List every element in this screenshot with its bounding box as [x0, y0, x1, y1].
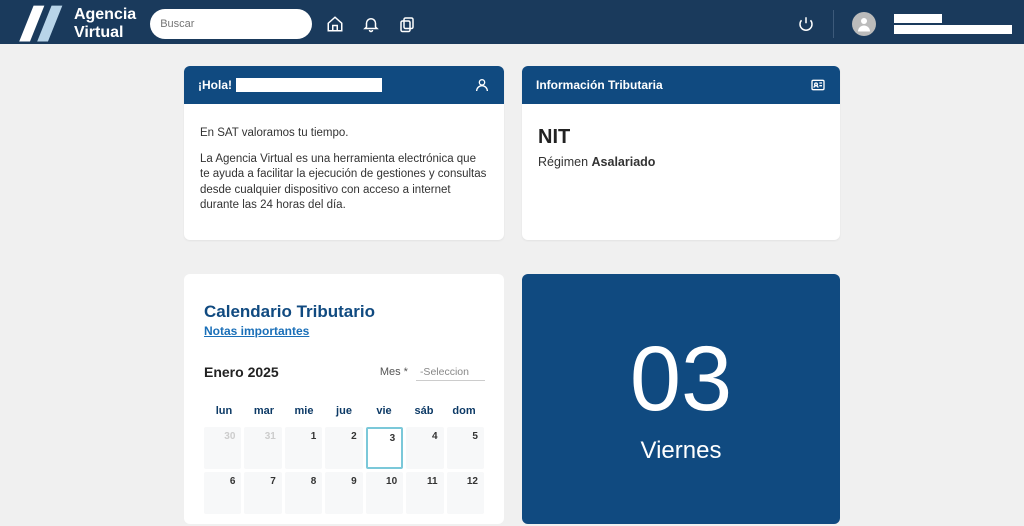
calendar-dow: mar: [244, 399, 284, 427]
calendar-cell-num: 3: [390, 433, 396, 444]
calendar-cell[interactable]: 10: [366, 472, 403, 514]
selected-day-card: 03 Viernes: [522, 274, 840, 524]
calendar-cell-num: 1: [311, 431, 317, 442]
greeting-body: En SAT valoramos tu tiempo. La Agencia V…: [184, 104, 504, 240]
calendar-dow: mie: [284, 399, 324, 427]
avatar-icon: [855, 15, 873, 33]
mes-label: Mes *: [380, 366, 408, 378]
calendar-dow: sáb: [404, 399, 444, 427]
calendar-cell-num: 2: [351, 431, 357, 442]
topbar: Agencia Virtual: [0, 0, 1024, 44]
calendar-grid: lunmarmiejueviesábdom 303112345678910111…: [204, 399, 484, 514]
power-icon[interactable]: [797, 15, 815, 33]
greeting-card: ¡Hola! En SAT valoramos tu tiempo. La Ag…: [184, 66, 504, 240]
calendar-cell[interactable]: 4: [406, 427, 443, 469]
calendar-cell[interactable]: 7: [244, 472, 281, 514]
avatar[interactable]: [852, 12, 876, 36]
calendar-cell[interactable]: 5: [447, 427, 484, 469]
calendar-dow: jue: [324, 399, 364, 427]
calendar-cell[interactable]: 11: [406, 472, 443, 514]
info-card: Información Tributaria NIT Régimen Asala…: [522, 66, 840, 240]
greeting-label: ¡Hola!: [198, 78, 232, 92]
regimen-value: Asalariado: [592, 155, 656, 169]
calendar-cell[interactable]: 8: [285, 472, 322, 514]
person-icon[interactable]: [474, 77, 490, 93]
bell-icon[interactable]: [362, 15, 380, 33]
info-header: Información Tributaria: [522, 66, 840, 104]
calendar-cell-num: 12: [467, 476, 478, 487]
info-header-title: Información Tributaria: [536, 78, 663, 92]
greeting-name-placeholder: [236, 78, 382, 92]
calendar-cell-num: 10: [386, 476, 397, 487]
user-name-line1: [894, 14, 942, 23]
calendar-card: Calendario Tributario Notas importantes …: [184, 274, 504, 524]
calendar-cell-num: 31: [265, 431, 276, 442]
calendar-cell-num: 11: [427, 476, 438, 487]
calendar-dow: lun: [204, 399, 244, 427]
content: ¡Hola! En SAT valoramos tu tiempo. La Ag…: [0, 44, 1024, 524]
calendar-title: Calendario Tributario: [204, 302, 484, 322]
calendar-cell[interactable]: 31: [244, 427, 281, 469]
calendar-cell-num: 5: [472, 431, 478, 442]
month-select[interactable]: -Seleccion: [416, 364, 485, 381]
logo[interactable]: Agencia Virtual: [12, 2, 136, 45]
home-icon[interactable]: [326, 15, 344, 33]
calendar-dow: dom: [444, 399, 484, 427]
calendar-cell[interactable]: 2: [325, 427, 362, 469]
id-card-icon[interactable]: [810, 77, 826, 93]
calendar-cell[interactable]: 3: [366, 427, 403, 469]
calendar-cell[interactable]: 1: [285, 427, 322, 469]
selected-day-name: Viernes: [641, 437, 722, 465]
user-name-line2: [894, 25, 1012, 34]
calendar-cell-num: 30: [224, 431, 235, 442]
calendar-cell[interactable]: 9: [325, 472, 362, 514]
calendar-cell[interactable]: 6: [204, 472, 241, 514]
copy-icon[interactable]: [398, 15, 416, 33]
calendar-cell-num: 4: [432, 431, 438, 442]
greeting-header: ¡Hola!: [184, 66, 504, 104]
app-name: Agencia Virtual: [74, 6, 136, 42]
calendar-cell-num: 9: [351, 476, 357, 487]
calendar-controls: Mes * -Seleccion ▾: [380, 364, 484, 381]
calendar-month: Enero 2025: [204, 364, 279, 380]
divider: [833, 10, 834, 38]
calendar-cell-num: 7: [270, 476, 276, 487]
right-icons: [797, 10, 1012, 38]
user-name-block: [894, 14, 1012, 34]
calendar-cell[interactable]: 12: [447, 472, 484, 514]
search-box[interactable]: [150, 9, 312, 39]
regimen-row: Régimen Asalariado: [538, 155, 824, 169]
greeting-p2: La Agencia Virtual es una herramienta el…: [200, 152, 488, 214]
calendar-notes-link[interactable]: Notas importantes: [204, 324, 309, 338]
logo-icon: [12, 2, 66, 45]
top-icons: [326, 15, 416, 33]
search-input[interactable]: [160, 18, 302, 30]
calendar-cell-num: 6: [230, 476, 236, 487]
calendar-cell[interactable]: 30: [204, 427, 241, 469]
calendar-cell-num: 8: [311, 476, 317, 487]
selected-day-number: 03: [630, 333, 732, 425]
nit-label: NIT: [538, 126, 824, 149]
greeting-p1: En SAT valoramos tu tiempo.: [200, 126, 488, 142]
info-body: NIT Régimen Asalariado: [522, 104, 840, 229]
regimen-label: Régimen: [538, 155, 588, 169]
calendar-dow: vie: [364, 399, 404, 427]
